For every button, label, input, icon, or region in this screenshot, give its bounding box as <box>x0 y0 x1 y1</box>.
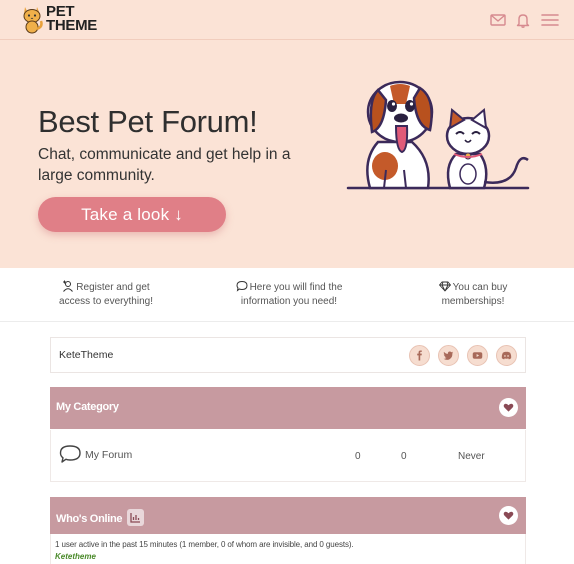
feature-register-line1: Register and get <box>76 282 150 293</box>
site-info-bar: KeteTheme <box>50 337 526 373</box>
forum-topics-count: 0 <box>355 451 361 462</box>
feature-memberships-line2: memberships! <box>441 296 505 307</box>
hero-title: Best Pet Forum! <box>38 104 258 139</box>
whos-online-header[interactable]: Who's Online <box>50 497 526 534</box>
feature-memberships: You can buy memberships! <box>425 280 521 309</box>
top-header: PET THEME <box>0 0 574 40</box>
feature-register-line2: access to everything! <box>59 296 153 307</box>
forum-chat-icon <box>59 445 81 463</box>
feature-information-line1: Here you will find the <box>249 282 343 293</box>
heart-icon <box>503 511 514 520</box>
forum-last-post: Never <box>458 451 485 462</box>
category-header[interactable]: My Category <box>50 387 526 429</box>
discord-icon[interactable] <box>496 345 517 366</box>
menu-icon[interactable] <box>540 11 560 29</box>
site-name[interactable]: KeteTheme <box>59 349 113 361</box>
chat-bubble-icon <box>236 280 248 292</box>
cat-logo-icon <box>23 7 43 34</box>
whos-online-body: 1 user active in the past 15 minutes (1 … <box>50 534 526 564</box>
stats-chart-icon[interactable] <box>127 509 145 526</box>
online-summary: 1 user active in the past 15 minutes (1 … <box>55 540 354 549</box>
logo-text-line2: THEME <box>46 17 98 34</box>
feature-register: Register and get access to everything! <box>48 280 164 309</box>
feature-information-line2: information you need! <box>240 296 338 307</box>
take-a-look-button[interactable]: Take a look ↓ <box>38 197 226 232</box>
twitter-icon[interactable] <box>438 345 459 366</box>
add-user-icon <box>63 280 74 292</box>
diamond-icon <box>438 281 451 292</box>
category-title[interactable]: My Category <box>56 401 119 413</box>
collapse-online-button[interactable] <box>499 506 518 525</box>
facebook-icon[interactable] <box>409 345 430 366</box>
heart-icon <box>503 403 514 412</box>
forum-row: My Forum 0 0 Never <box>50 430 526 482</box>
forum-link[interactable]: My Forum <box>85 449 132 461</box>
whos-online-title-wrap: Who's Online <box>56 509 145 526</box>
whos-online-title: Who's Online <box>56 513 123 525</box>
feature-memberships-line1: You can buy <box>452 282 508 293</box>
collapse-category-button[interactable] <box>499 398 518 417</box>
hero-section: Best Pet Forum! Chat, communicate and ge… <box>0 40 574 268</box>
youtube-icon[interactable] <box>467 345 488 366</box>
bell-icon[interactable] <box>514 11 532 29</box>
mail-icon[interactable] <box>489 11 507 29</box>
site-logo[interactable]: PET THEME <box>20 3 97 35</box>
dog-and-cat-illustration <box>346 80 530 190</box>
feature-information: Here you will find the information you n… <box>224 280 354 309</box>
online-user-link[interactable]: Ketetheme <box>55 552 96 561</box>
forum-posts-count: 0 <box>401 451 407 462</box>
feature-strip: Register and get access to everything! H… <box>0 268 574 322</box>
hero-subtitle: Chat, communicate and get help in a larg… <box>38 146 291 184</box>
